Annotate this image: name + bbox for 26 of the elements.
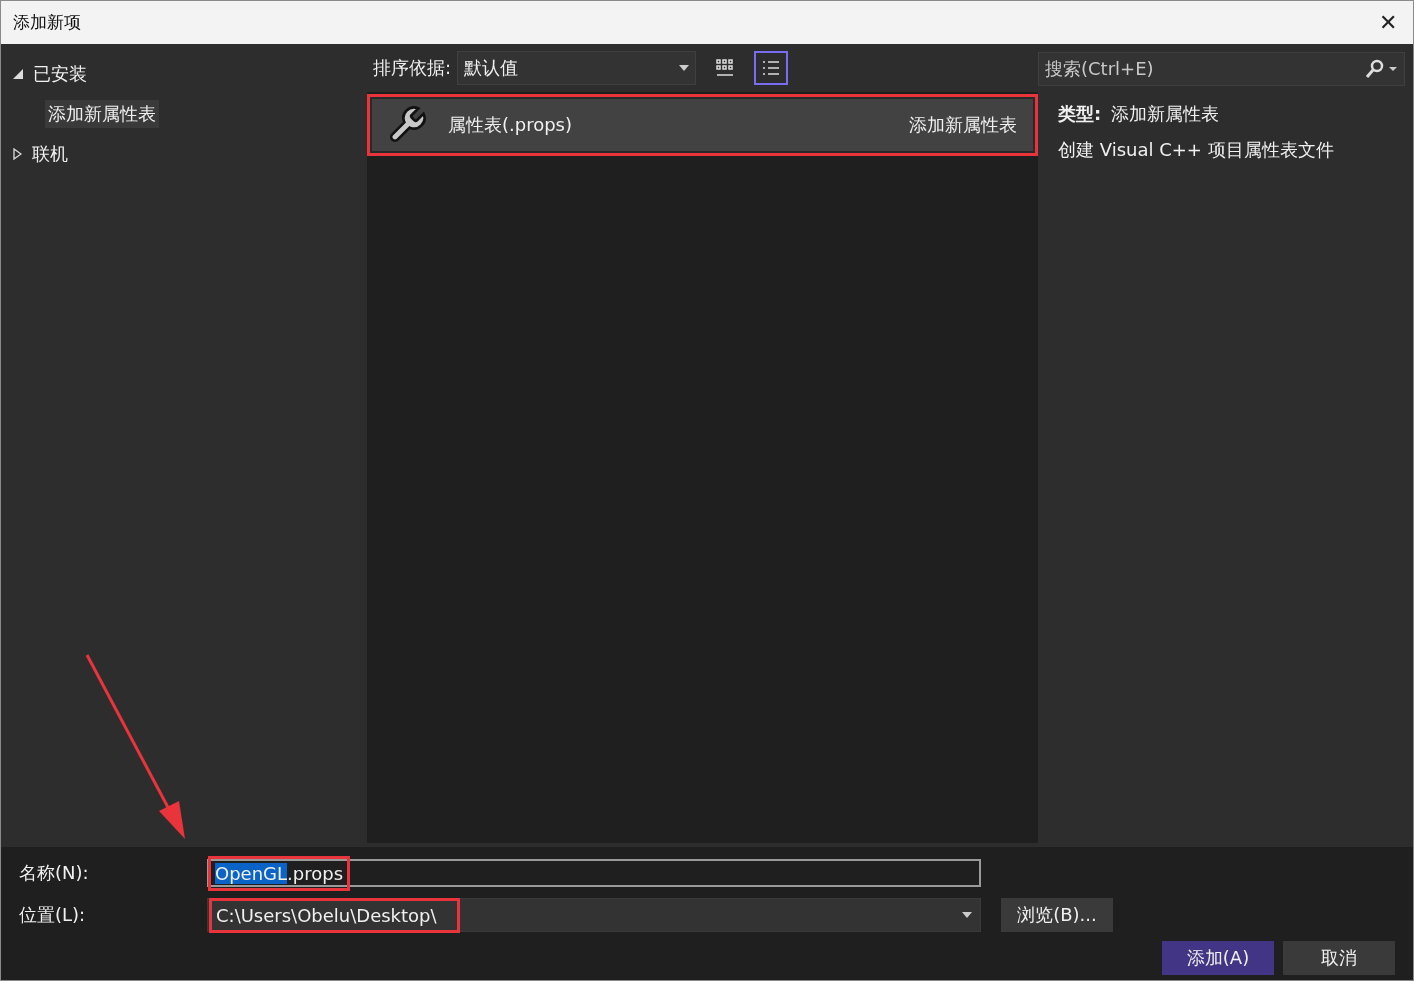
tree-item[interactable]: 添加新属性表 [45,100,159,128]
expanded-triangle-icon [13,69,23,79]
tree-item[interactable]: 联机 [13,136,367,172]
type-value: 添加新属性表 [1111,102,1220,126]
template-item[interactable]: 属性表(.props) 添加新属性表 [367,94,1038,156]
list-icon [761,59,782,77]
add-button[interactable]: 添加(A) [1162,941,1274,975]
grid-icon [715,58,736,78]
tree-item[interactable]: 已安装 [13,56,367,92]
caret-icon [962,912,972,918]
search-icon [1364,59,1398,79]
window-title: 添加新项 [13,11,81,34]
type-label: 类型: [1058,102,1102,126]
browse-button[interactable]: 浏览(B)... [1001,898,1113,932]
search-field[interactable]: 搜索(Ctrl+E) [1038,52,1405,86]
list-view-button[interactable] [754,51,789,85]
name-label: 名称(N): [19,861,90,885]
close-button[interactable]: ✕ [1375,9,1401,36]
sort-label: 排序依据: [373,56,452,80]
cancel-button[interactable]: 取消 [1283,941,1395,975]
sort-dropdown[interactable]: 默认值 [457,51,697,85]
description-text: 创建 Visual C++ 项目属性表文件 [1058,138,1335,162]
caret-icon [679,65,690,71]
location-dropdown[interactable]: C:\Users\Obelu\Desktop\ [207,898,981,932]
collapsed-triangle-icon [13,148,22,160]
location-label: 位置(L): [19,903,87,927]
